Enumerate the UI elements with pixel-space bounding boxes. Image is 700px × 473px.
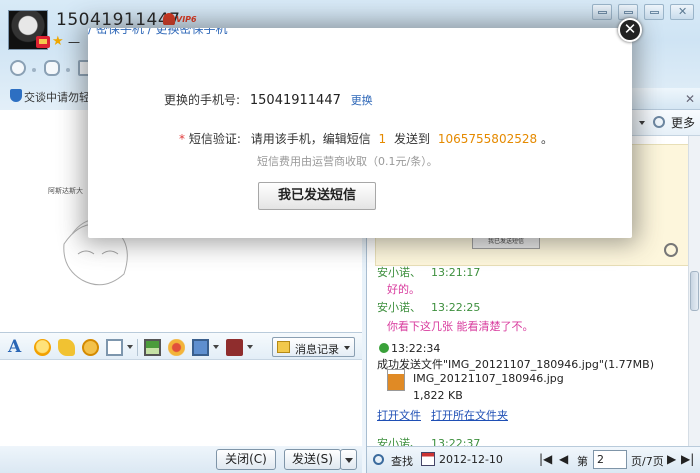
album-dropdown-icon[interactable]: [213, 345, 219, 349]
calendar-icon[interactable]: [421, 452, 435, 466]
image-file-icon[interactable]: [387, 369, 405, 391]
file-sent-text: 成功发送文件"IMG_20121107_180946.jpg"(1.77MB): [377, 358, 654, 371]
voice-call-icon[interactable]: [44, 60, 60, 76]
divider: [137, 339, 138, 356]
message-log-button[interactable]: 消息记录: [272, 337, 355, 357]
close-icon[interactable]: ✕: [685, 92, 695, 106]
message-time: 13:22:34: [391, 342, 441, 355]
next-page-icon[interactable]: ▶: [667, 452, 676, 466]
video-dropdown-icon[interactable]: [32, 68, 36, 72]
open-file-link[interactable]: 打开文件: [377, 407, 421, 423]
change-phone-dialog: / 密保手机 / 更换密保手机 更换的手机号: 15041911447 更换 *…: [88, 28, 632, 238]
history-footer: 查找 2012-12-10 |◀ ◀ 第 2 页/7页 ▶ ▶|: [367, 446, 700, 473]
change-phone-link[interactable]: 更换: [351, 94, 373, 107]
dialog-close-button[interactable]: ✕: [618, 18, 642, 42]
send-bar: 关闭(C) 发送(S): [0, 446, 362, 473]
file-name: IMG_20121107_180946.jpg: [413, 372, 564, 385]
voice-dropdown-icon[interactable]: [66, 68, 70, 72]
contact-name: 15041911447: [56, 10, 181, 30]
skin-button[interactable]: [592, 4, 612, 20]
star-icon[interactable]: ★: [52, 34, 64, 49]
shop-icon[interactable]: [226, 339, 243, 356]
open-folder-link[interactable]: 打开所在文件夹: [431, 407, 508, 423]
prev-page-icon[interactable]: ◀: [559, 452, 568, 466]
phone-row: 更换的手机号: 15041911447 更换: [164, 91, 373, 108]
magic-emoji-icon[interactable]: [58, 339, 75, 356]
sketch-caption: 阿斯达斯大: [48, 187, 83, 195]
sender-name[interactable]: 安小诺、: [377, 301, 421, 314]
message-time: 13:21:17: [431, 266, 481, 279]
sms-instruction-2: 发送到: [394, 132, 431, 146]
close-button[interactable]: 关闭(C): [216, 449, 276, 470]
gift-icon[interactable]: [168, 339, 185, 356]
qzone-badge-icon[interactable]: [36, 36, 50, 48]
chat-toolbar: [6, 58, 94, 80]
sender-name[interactable]: 安小诺、: [377, 266, 421, 279]
shop-dropdown-icon[interactable]: [247, 345, 253, 349]
page-input[interactable]: 2: [593, 450, 627, 469]
check-icon: [379, 343, 389, 353]
phone-label: 更换的手机号:: [164, 93, 241, 107]
gif-icon[interactable]: [82, 339, 99, 356]
format-toolbar: A 消息记录: [0, 332, 362, 360]
send-image-icon[interactable]: [144, 339, 161, 356]
vip-icon[interactable]: VIP6: [163, 12, 199, 27]
message-log-label: 消息记录: [295, 343, 339, 356]
font-icon[interactable]: A: [8, 337, 25, 357]
sms-end: 。: [540, 132, 553, 146]
scrollbar-thumb[interactable]: [690, 271, 699, 311]
signature-text: 一: [68, 36, 81, 50]
more-button[interactable]: 更多: [671, 114, 695, 131]
chevron-down-icon: [344, 346, 350, 350]
message-input[interactable]: [0, 360, 362, 446]
history-date[interactable]: 2012-12-10: [439, 453, 503, 466]
history-entry: 安小诺、 13:21:17: [377, 264, 480, 280]
phone-value: 15041911447: [249, 93, 341, 108]
sms-label: 短信验证:: [188, 132, 241, 146]
dialog-header: / 密保手机 / 更换密保手机: [88, 28, 632, 38]
zoom-icon[interactable]: [664, 243, 678, 257]
screenshot-icon[interactable]: [106, 339, 123, 356]
send-button[interactable]: 发送(S): [284, 449, 341, 470]
screenshot-dropdown-icon[interactable]: [127, 345, 133, 349]
sms-row: * 短信验证: 请用该手机，编辑短信 1 发送到 1065755802528 。: [179, 130, 553, 147]
sms-instruction: 请用该手机，编辑短信: [250, 132, 371, 146]
sms-number: 1065755802528: [437, 132, 538, 146]
window-close-button[interactable]: ✕: [670, 4, 694, 20]
album-icon[interactable]: [192, 339, 209, 356]
maximize-button[interactable]: [644, 4, 664, 20]
self-entry: 13:22:34: [379, 342, 440, 355]
message-text: 你看下这几张 能看清楚了不。: [387, 320, 534, 333]
history-entry: 安小诺、 13:22:25: [377, 299, 480, 315]
message-time: 13:22:25: [431, 301, 481, 314]
notice-text: 交谈中请勿轻: [24, 91, 90, 104]
last-page-icon[interactable]: ▶|: [681, 452, 694, 466]
page-prefix: 第: [577, 455, 588, 468]
search-icon[interactable]: [373, 454, 384, 465]
send-options-button[interactable]: [340, 449, 357, 470]
sms-code: 1: [378, 132, 387, 146]
speaker-icon[interactable]: [653, 116, 665, 128]
security-notice: 交谈中请勿轻: [8, 88, 92, 104]
breadcrumb[interactable]: / 密保手机 / 更换密保手机: [88, 28, 228, 37]
fee-note: 短信费用由运营商收取（0.1元/条）。: [257, 155, 438, 168]
page-suffix: 页/7页: [631, 455, 664, 468]
search-button[interactable]: 查找: [391, 453, 413, 469]
scrollbar[interactable]: [688, 136, 700, 448]
file-size: 1,822 KB: [413, 389, 463, 402]
first-page-icon[interactable]: |◀: [539, 452, 552, 466]
emoji-icon[interactable]: [34, 339, 51, 356]
sms-sent-button[interactable]: 我已发送短信: [258, 182, 376, 210]
message-log-icon: [277, 341, 290, 353]
required-mark: *: [179, 132, 185, 146]
video-call-icon[interactable]: [10, 60, 26, 76]
vip-label: VIP6: [176, 15, 197, 24]
shield-icon: [10, 89, 22, 102]
chevron-down-icon[interactable]: [639, 121, 645, 125]
message-text: 好的。: [387, 283, 420, 296]
